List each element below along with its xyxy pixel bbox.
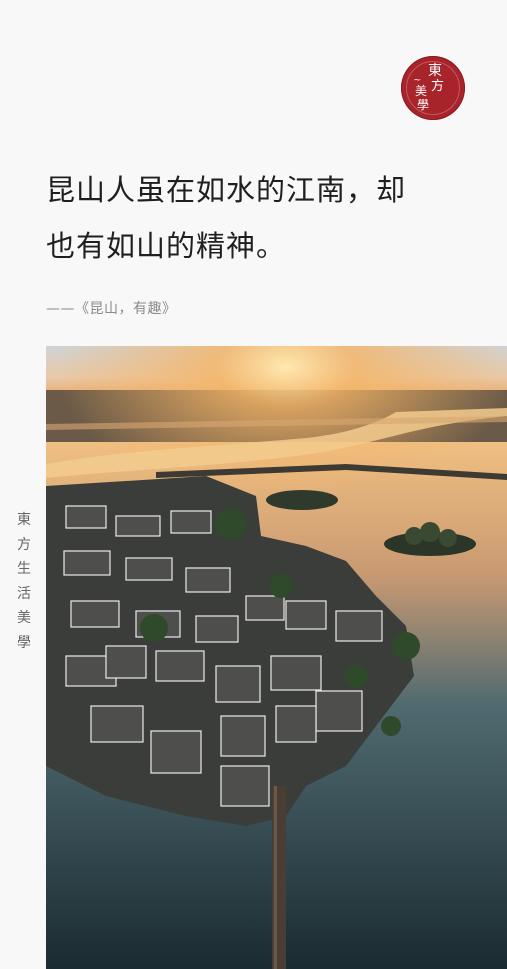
vertical-char: 活 bbox=[17, 585, 31, 602]
vertical-char: 生 bbox=[17, 561, 31, 577]
aerial-water-town-photo bbox=[46, 346, 507, 969]
seal-char-2: 方 bbox=[431, 79, 445, 94]
vertical-char: 方 bbox=[17, 536, 31, 553]
seal-char-1: 東 bbox=[428, 63, 442, 79]
vertical-char: 學 bbox=[17, 634, 31, 651]
brand-seal-logo: 東 方 ~ 美 學 bbox=[401, 56, 465, 120]
quote-line-1: 昆山人虽在如水的江南，却 bbox=[46, 173, 407, 207]
quote-text: 昆山人虽在如水的江南，却 也有如山的精神。 bbox=[46, 162, 466, 274]
photo-illustration bbox=[46, 346, 507, 969]
quote-line-2: 也有如山的精神。 bbox=[46, 229, 287, 263]
quote-source: ——《昆山，有趣》 bbox=[46, 301, 177, 317]
seal-char-4: 學 bbox=[417, 98, 430, 112]
vertical-char: 美 bbox=[17, 610, 31, 626]
seal-char-3: 美 bbox=[415, 84, 428, 98]
vertical-brand-text: 東 方 生 活 美 學 bbox=[15, 508, 33, 655]
vertical-char: 東 bbox=[17, 512, 31, 528]
